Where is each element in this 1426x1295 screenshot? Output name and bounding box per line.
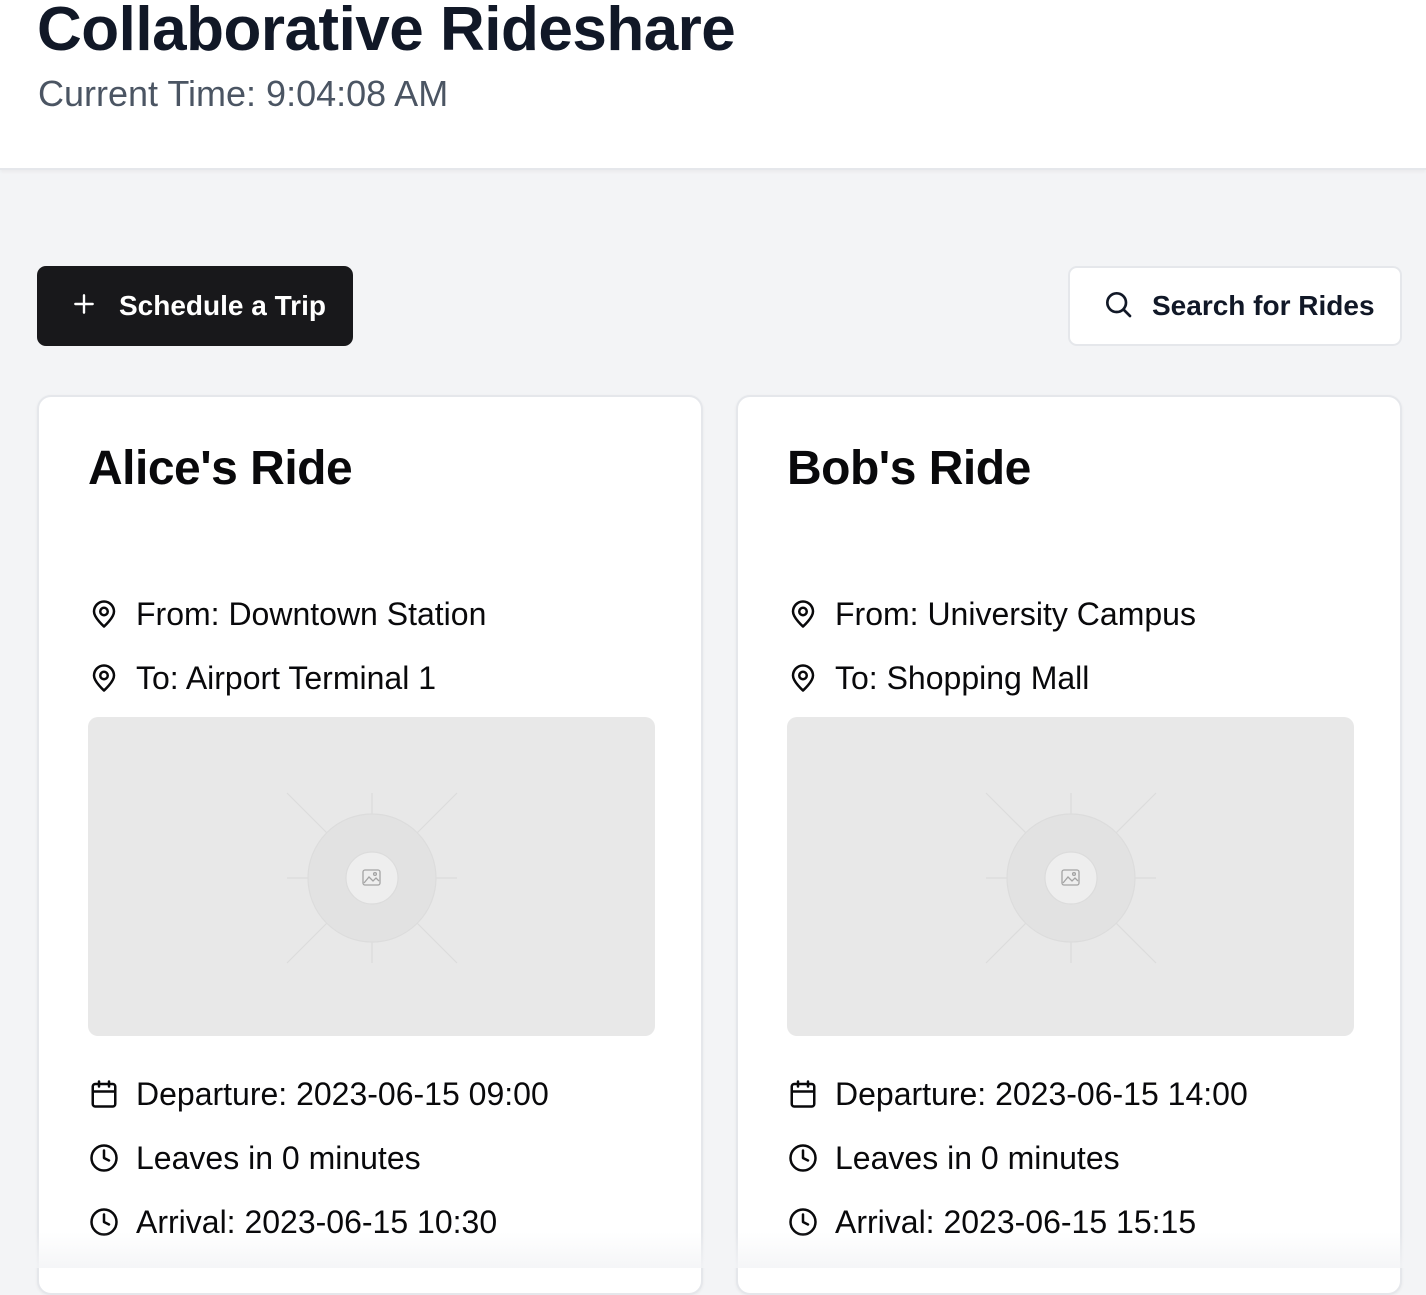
map-pin-icon [787,662,819,694]
ride-title: Bob's Ride [787,442,1031,495]
plus-icon [71,291,97,322]
ride-origin: From: University Campus [787,594,1196,634]
ride-arrival-text: Arrival: 2023-06-15 10:30 [136,1203,498,1240]
ride-origin: From: Downtown Station [88,594,486,634]
ride-arrival: Arrival: 2023-06-15 15:15 [787,1202,1196,1242]
ride-title: Alice's Ride [88,442,353,495]
route-map-placeholder [88,717,655,1036]
schedule-trip-label: Schedule a Trip [119,290,326,321]
route-map-placeholder [787,717,1354,1036]
search-rides-button[interactable]: Search for Rides [1068,266,1402,346]
search-icon [1102,288,1134,325]
ride-countdown-text: Leaves in 0 minutes [136,1139,421,1176]
map-pin-icon [88,662,120,694]
schedule-trip-button[interactable]: Schedule a Trip [37,266,353,346]
search-rides-label: Search for Rides [1152,290,1375,321]
app-header: Collaborative Rideshare Current Time: 9:… [0,0,1426,170]
ride-destination-text: To: Shopping Mall [835,659,1090,696]
clock-icon [787,1206,819,1238]
ride-countdown: Leaves in 0 minutes [787,1138,1120,1178]
map-pin-icon [787,598,819,630]
ride-countdown: Leaves in 0 minutes [88,1138,421,1178]
ride-departure: Departure: 2023-06-15 14:00 [787,1074,1248,1114]
page-title: Collaborative Rideshare [37,0,736,64]
map-pin-icon [88,598,120,630]
calendar-icon [88,1078,120,1110]
ride-arrival-text: Arrival: 2023-06-15 15:15 [835,1203,1197,1240]
ride-card-bob: Bob's Ride From: University Campus To: S… [736,395,1402,1295]
ride-origin-text: From: University Campus [835,595,1196,632]
clock-icon [787,1142,819,1174]
ride-arrival: Arrival: 2023-06-15 10:30 [88,1202,497,1242]
clock-icon [88,1142,120,1174]
ride-departure-text: Departure: 2023-06-15 09:00 [136,1075,549,1112]
ride-destination: To: Airport Terminal 1 [88,658,436,698]
clock-icon [88,1206,120,1238]
ride-origin-text: From: Downtown Station [136,595,487,632]
ride-departure-text: Departure: 2023-06-15 14:00 [835,1075,1248,1112]
ride-destination-text: To: Airport Terminal 1 [136,659,436,696]
ride-destination: To: Shopping Mall [787,658,1089,698]
ride-departure: Departure: 2023-06-15 09:00 [88,1074,549,1114]
calendar-icon [787,1078,819,1110]
ride-countdown-text: Leaves in 0 minutes [835,1139,1120,1176]
ride-card-alice: Alice's Ride From: Downtown Station To: … [37,395,703,1295]
current-time: Current Time: 9:04:08 AM [38,73,449,114]
